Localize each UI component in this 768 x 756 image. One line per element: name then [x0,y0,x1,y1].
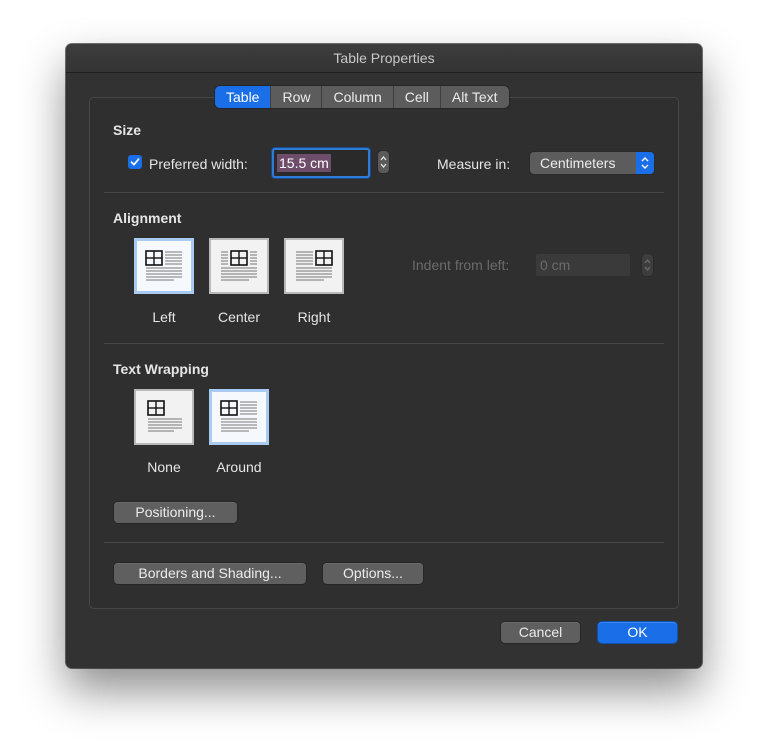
positioning-button[interactable]: Positioning... [114,502,237,523]
divider [104,542,664,543]
stepper-arrows-icon [644,258,651,272]
stepper-arrows-icon [380,155,387,169]
tab-alt-text[interactable]: Alt Text [441,86,509,108]
cancel-button[interactable]: Cancel [501,622,580,643]
preferred-width-value: 15.5 cm [277,154,331,172]
tab-row[interactable]: Row [271,86,323,108]
indent-from-left-field[interactable]: 0 cm [536,254,630,276]
divider [104,343,664,344]
alignment-left-option[interactable] [134,238,194,294]
text-wrapping-heading: Text Wrapping [113,361,209,377]
preferred-width-stepper[interactable] [378,151,389,173]
size-heading: Size [113,122,142,138]
preferred-width-label: Preferred width: [149,156,248,172]
ok-button[interactable]: OK [598,622,677,643]
preferred-width-checkbox[interactable] [128,155,142,169]
window-title: Table Properties [66,44,702,73]
tab-table[interactable]: Table [215,86,272,108]
align-left-icon [145,250,182,281]
divider [104,192,664,193]
tab-bar: Table Row Column Cell Alt Text [215,86,509,108]
measure-in-value: Centimeters [540,155,616,171]
select-arrows-icon [636,152,654,174]
alignment-right-option[interactable] [284,238,344,294]
alignment-heading: Alignment [113,210,182,226]
checkmark-icon [130,158,140,166]
measure-in-select[interactable]: Centimeters [530,152,654,174]
tab-column[interactable]: Column [322,86,394,108]
indent-from-left-label: Indent from left: [412,257,510,273]
wrap-around-icon [220,400,257,432]
alignment-center-label: Center [217,309,261,325]
wrap-none-icon [147,400,182,432]
wrap-none-option[interactable] [134,389,194,445]
alignment-right-label: Right [297,309,331,325]
measure-in-label: Measure in: [437,156,511,172]
wrap-around-label: Around [216,459,262,475]
wrap-around-option[interactable] [209,389,269,445]
indent-stepper[interactable] [642,254,653,276]
wrap-none-label: None [147,459,181,475]
borders-and-shading-button[interactable]: Borders and Shading... [114,563,306,584]
alignment-left-label: Left [152,309,176,325]
options-button[interactable]: Options... [323,563,423,584]
alignment-center-option[interactable] [209,238,269,294]
align-center-icon [221,250,257,281]
tab-cell[interactable]: Cell [394,86,441,108]
align-right-icon [296,250,333,281]
table-properties-dialog: Table Properties Table Row Column Cell A… [66,44,702,668]
preferred-width-field[interactable]: 15.5 cm [272,148,370,178]
